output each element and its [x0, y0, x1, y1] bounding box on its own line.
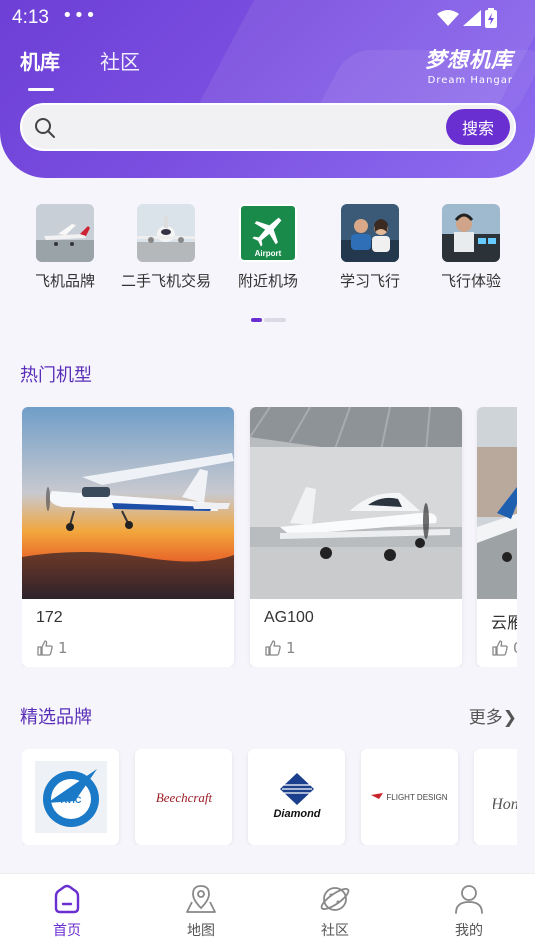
category-used-plane[interactable]: 二手飞机交易	[116, 200, 216, 291]
like-count: 1	[58, 639, 68, 657]
tab-community[interactable]: 社区	[100, 46, 140, 85]
brand-name-cn: 梦想机库	[425, 48, 513, 72]
thumbs-up-icon	[265, 640, 281, 656]
bottom-nav: 首页 地图 社区 我的	[0, 873, 535, 951]
category-learn-flying[interactable]: 学习飞行	[320, 200, 420, 291]
brands-list: AVIC Beechcraft Diamond FLIGHT DESIGN Ho…	[22, 749, 517, 845]
airport-icon-text: Airport	[255, 249, 282, 258]
honda-logo: Honda	[493, 796, 518, 813]
nav-label: 地图	[187, 923, 215, 939]
nav-map[interactable]: 地图	[161, 882, 241, 940]
search-button[interactable]: 搜索	[446, 109, 510, 145]
brand-card-avic[interactable]: AVIC	[22, 749, 119, 845]
brand-logo-text: AVIC	[60, 795, 81, 805]
header: 4:13 ••• 机库 社区 梦想机库 Dream Hangar 搜索	[0, 0, 535, 178]
like-button[interactable]: 1	[264, 639, 296, 657]
flight-design-logo: FLIGHT DESIGN	[370, 793, 447, 802]
tab-hangar[interactable]: 机库	[20, 46, 60, 91]
pager-dot	[264, 318, 286, 322]
brands-title: 精选品牌	[20, 707, 92, 728]
model-card[interactable]: 云雁 0	[477, 407, 517, 667]
nav-profile[interactable]: 我的	[429, 882, 509, 940]
like-button[interactable]: 0	[491, 639, 517, 657]
nav-label: 我的	[455, 923, 483, 939]
battery-icon	[485, 8, 497, 28]
map-pin-icon	[186, 885, 216, 913]
used-plane-photo	[137, 204, 195, 262]
signal-icon	[463, 10, 481, 26]
model-name: 云雁	[491, 615, 517, 632]
brand-logo: 梦想机库 Dream Hangar	[425, 44, 513, 86]
status-time: 4:13	[12, 7, 49, 28]
hot-models-title: 热门机型	[20, 365, 92, 386]
brand-card-diamond[interactable]: Diamond	[248, 749, 345, 845]
category-label: 飞机品牌	[34, 272, 95, 290]
brands-more-link[interactable]: 更多❯	[469, 703, 517, 728]
thumbs-up-icon	[492, 640, 508, 656]
brand-logo-text: Honda	[493, 796, 518, 813]
category-label: 学习飞行	[339, 272, 400, 290]
brand-logo-text: FLIGHT DESIGN	[386, 793, 447, 802]
diamond-logo: Diamond	[273, 773, 320, 820]
chevron-right-icon: ❯	[502, 708, 517, 728]
model-photo	[250, 407, 462, 599]
pager-dot-active	[251, 318, 262, 322]
like-count: 0	[513, 639, 517, 657]
brand-card-flight-design[interactable]: FLIGHT DESIGN	[361, 749, 458, 845]
learn-flying-photo	[341, 204, 399, 262]
category-label: 附近机场	[237, 272, 298, 290]
nav-community[interactable]: 社区	[295, 882, 375, 940]
flight-experience-photo	[442, 204, 500, 262]
category-nearby-airport[interactable]: Airport 附近机场	[218, 200, 318, 291]
model-name: AG100	[264, 609, 314, 626]
category-label: 二手飞机交易	[120, 272, 211, 290]
brand-card-honda[interactable]: Honda	[474, 749, 517, 845]
avic-logo: AVIC	[34, 761, 107, 833]
more-label: 更多	[468, 708, 503, 728]
search-bar: 搜索	[20, 103, 516, 151]
header-tabs: 机库 社区	[20, 46, 140, 91]
airport-icon: Airport	[239, 204, 297, 262]
model-photo	[22, 407, 234, 599]
status-icons	[437, 8, 497, 28]
nav-label: 首页	[53, 923, 81, 939]
planet-icon	[320, 887, 350, 911]
model-photo	[477, 407, 517, 599]
search-icon	[35, 118, 55, 138]
nav-home[interactable]: 首页	[27, 882, 107, 940]
category-flight-experience[interactable]: 飞行体验	[421, 200, 521, 291]
status-bar: 4:13 •••	[0, 0, 535, 36]
like-button[interactable]: 1	[36, 639, 68, 657]
hot-models-list: 172 1 AG100 1 云雁	[22, 407, 517, 667]
category-pager	[251, 318, 286, 322]
model-name: 172	[36, 609, 63, 626]
user-icon	[455, 885, 483, 914]
plane-brand-photo	[36, 204, 94, 262]
thumbs-up-icon	[37, 640, 53, 656]
category-label: 飞行体验	[440, 272, 501, 290]
category-shortcuts: 飞机品牌 二手飞机交易 Airport 附近机场 学习飞行 飞行体验	[0, 200, 535, 300]
model-card[interactable]: AG100 1	[250, 407, 462, 667]
brand-logo-text: Diamond	[273, 808, 320, 820]
home-icon	[54, 884, 80, 914]
nav-label: 社区	[321, 923, 349, 939]
model-card[interactable]: 172 1	[22, 407, 234, 667]
category-plane-brand[interactable]: 飞机品牌	[15, 200, 115, 291]
beechcraft-logo: Beechcraft	[155, 790, 212, 805]
search-input[interactable]	[66, 113, 456, 141]
notification-dots-icon: •••	[62, 5, 97, 26]
brand-name-en: Dream Hangar	[427, 75, 513, 86]
like-count: 1	[286, 639, 296, 657]
wifi-icon	[437, 10, 459, 26]
brand-card-beechcraft[interactable]: Beechcraft	[135, 749, 232, 845]
brand-logo-text: Beechcraft	[155, 790, 212, 805]
